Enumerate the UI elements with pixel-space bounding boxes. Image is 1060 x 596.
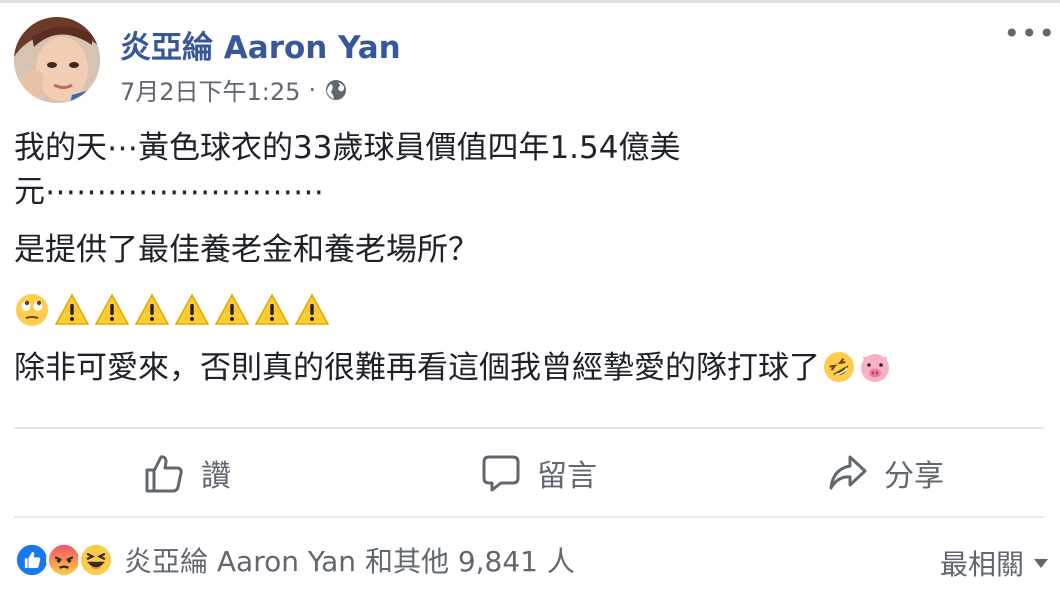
emoji-row — [14, 292, 334, 328]
actions-divider — [14, 516, 1044, 518]
post-timestamp[interactable]: 7月2日下午1:25 — [120, 72, 300, 107]
post-text-line-3: 是提供了最佳養老金和養老場所？ — [14, 232, 479, 268]
post-text-line-1: 我的天⋯黃色球衣的33歲球員價值四年1.54億美 — [14, 130, 681, 166]
post-top-border — [0, 0, 1060, 3]
like-label: 讚 — [201, 459, 231, 494]
like-reaction-icon — [14, 542, 50, 578]
warning-emoji — [214, 293, 250, 325]
caret-down-icon — [1034, 558, 1048, 568]
meta-separator: · — [308, 75, 317, 104]
sort-label: 最相關 — [939, 548, 1024, 581]
comment-button[interactable]: 留言 — [481, 447, 597, 499]
rolling-laughing-emoji — [824, 352, 854, 382]
like-button[interactable]: 讚 — [143, 447, 231, 499]
angry-reaction-icon — [46, 542, 82, 578]
warning-emoji — [54, 293, 90, 325]
share-label: 分享 — [884, 459, 944, 494]
more-options-icon[interactable]: ••• — [1003, 20, 1056, 48]
warning-emoji — [254, 293, 290, 325]
comment-sort-dropdown[interactable]: 最相關 — [940, 543, 1048, 583]
post-author-name[interactable]: 炎亞綸 Aaron Yan — [120, 22, 401, 67]
comment-label: 留言 — [537, 459, 597, 494]
haha-reaction-icon — [78, 542, 114, 578]
pig-emoji — [861, 354, 889, 382]
post-text-line-2: 元⋯⋯⋯⋯⋯⋯⋯⋯⋯ — [14, 174, 324, 210]
warning-emoji — [134, 293, 170, 325]
warning-emoji — [294, 293, 330, 325]
comment-icon — [482, 455, 520, 492]
post-text-line-4: 除非可愛來，否則真的很難再看這個我曾經摯愛的隊打球了 — [14, 348, 892, 388]
rolling-eyes-emoji — [16, 294, 48, 326]
reactions-summary[interactable]: 炎亞綸 Aaron Yan 和其他 9,841 人 — [14, 540, 575, 580]
post-text-line-4-text: 除非可愛來，否則真的很難再看這個我曾經摯愛的隊打球了 — [14, 350, 820, 386]
globe-icon[interactable] — [324, 78, 348, 102]
share-icon — [829, 455, 867, 490]
share-button[interactable]: 分享 — [828, 447, 944, 499]
warning-emoji — [94, 293, 130, 325]
reactions-count-text[interactable]: 炎亞綸 Aaron Yan 和其他 9,841 人 — [124, 540, 575, 580]
content-divider — [14, 427, 1044, 429]
avatar[interactable] — [14, 17, 100, 103]
thumbs-up-icon — [145, 455, 183, 493]
post-meta: 7月2日下午1:25 · — [120, 72, 348, 107]
warning-emoji — [174, 293, 210, 325]
